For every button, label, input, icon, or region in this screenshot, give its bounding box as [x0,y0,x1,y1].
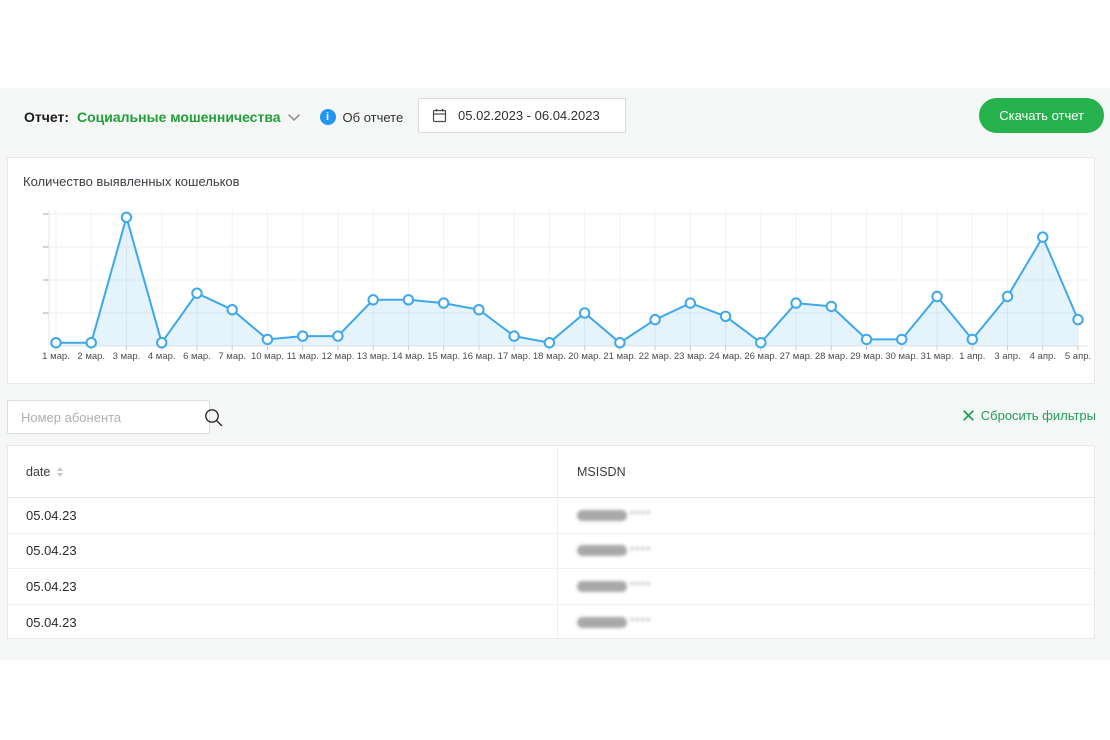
calendar-icon [432,108,447,123]
about-report-label: Об отчете [343,110,404,125]
svg-text:4 мар.: 4 мар. [148,351,176,362]
wallets-chart-panel: 1 мар. 2 мар. 3 мар. 4 мар. 6 мар. 7 мар. 10 м… [7,157,1095,384]
svg-text:11 мар.: 11 мар. [287,351,319,362]
msisdn-redacted-value: **** [577,509,651,521]
svg-text:26 мар.: 26 мар. [744,351,777,362]
msisdn-blur-blob [577,510,627,521]
date-cell: 05.04.23 [8,579,557,594]
table-column-divider [557,446,558,638]
msisdn-cell: **** [557,545,651,557]
download-report-button[interactable]: Скачать отчет [979,98,1104,133]
report-label: Отчет: [24,109,69,125]
msisdn-blur-blob [577,581,627,592]
report-selector-group: Отчет: Социальные мошенничества i Об отч… [24,99,403,135]
svg-text:20 мар.: 20 мар. [568,351,601,362]
sort-icon [57,467,63,477]
msisdn-redacted-value: **** [577,580,651,592]
msisdn-cell: **** [557,509,651,521]
svg-text:4 апр.: 4 апр. [1030,351,1056,362]
search-button[interactable] [203,401,224,433]
column-header-msisdn-label: MSISDN [577,465,626,479]
reset-filters-label: Сбросить фильтры [981,408,1096,423]
svg-text:24 мар.: 24 мар. [709,351,742,362]
msisdn-mask-suffix: **** [630,616,651,628]
table-body: 05.04.23****05.04.23****05.04.23****05.0… [8,498,1094,640]
svg-text:6 мар.: 6 мар. [183,351,211,362]
table-row: 05.04.23 **** [8,534,1094,570]
svg-text:14 мар.: 14 мар. [392,351,425,362]
msisdn-cell: **** [557,616,651,628]
svg-text:1 апр.: 1 апр. [959,351,985,362]
svg-text:23 мар.: 23 мар. [674,351,707,362]
subscriber-search-box [7,400,210,434]
wallets-chart-svg: 1 мар. 2 мар. 3 мар. 4 мар. 6 мар. 7 мар. 10 м… [8,158,1096,385]
results-table: date MSISDN 05.04.23****05.04.23****05.0… [7,445,1095,639]
svg-text:7 мар.: 7 мар. [218,351,246,362]
search-icon [203,407,224,428]
msisdn-blur-blob [577,617,627,628]
svg-text:17 мар.: 17 мар. [498,351,531,362]
close-icon [963,410,974,421]
date-range-value: 05.02.2023 - 06.04.2023 [458,108,600,123]
msisdn-mask-suffix: **** [630,545,651,557]
svg-text:29 мар.: 29 мар. [850,351,883,362]
about-report-group[interactable]: i Об отчете [320,109,404,125]
date-cell: 05.04.23 [8,508,557,523]
msisdn-mask-suffix: **** [630,509,651,521]
svg-text:31 мар.: 31 мар. [921,351,954,362]
table-header-row: date MSISDN [8,446,1094,498]
date-cell: 05.04.23 [8,543,557,558]
svg-text:15 мар.: 15 мар. [427,351,460,362]
svg-text:1 мар.: 1 мар. [42,351,70,362]
chart-title: Количество выявленных кошельков [23,174,240,189]
dashboard-content: Отчет: Социальные мошенничества i Об отч… [0,88,1110,660]
msisdn-blur-blob [577,545,627,556]
report-dropdown[interactable]: Социальные мошенничества [77,109,300,125]
chevron-down-icon [288,114,300,121]
msisdn-redacted-value: **** [577,545,651,557]
svg-text:13 мар.: 13 мар. [357,351,390,362]
column-header-date[interactable]: date [8,465,557,479]
svg-text:3 мар.: 3 мар. [113,351,141,362]
svg-text:30 мар.: 30 мар. [885,351,918,362]
svg-text:21 мар.: 21 мар. [603,351,636,362]
svg-text:22 мар.: 22 мар. [639,351,672,362]
table-row: 05.04.23 **** [8,498,1094,534]
reset-filters-link[interactable]: Сбросить фильтры [963,408,1096,423]
svg-text:18 мар.: 18 мар. [533,351,566,362]
svg-text:10 мар.: 10 мар. [251,351,284,362]
column-header-msisdn: MSISDN [557,465,626,479]
msisdn-mask-suffix: **** [630,580,651,592]
info-icon: i [320,109,336,125]
date-range-picker[interactable]: 05.02.2023 - 06.04.2023 [418,98,626,133]
msisdn-redacted-value: **** [577,616,651,628]
report-dropdown-value: Социальные мошенничества [77,109,281,125]
date-cell: 05.04.23 [8,615,557,630]
svg-text:12 мар.: 12 мар. [321,351,354,362]
svg-text:3 апр.: 3 апр. [994,351,1020,362]
svg-text:16 мар.: 16 мар. [462,351,495,362]
subscriber-search-input[interactable] [8,401,203,433]
svg-text:2 мар.: 2 мар. [77,351,105,362]
svg-text:27 мар.: 27 мар. [780,351,813,362]
column-header-date-label: date [26,465,50,479]
table-row: 05.04.23 **** [8,605,1094,641]
svg-text:5 апр.: 5 апр. [1065,351,1091,362]
svg-text:28 мар.: 28 мар. [815,351,848,362]
table-row: 05.04.23 **** [8,569,1094,605]
msisdn-cell: **** [557,580,651,592]
